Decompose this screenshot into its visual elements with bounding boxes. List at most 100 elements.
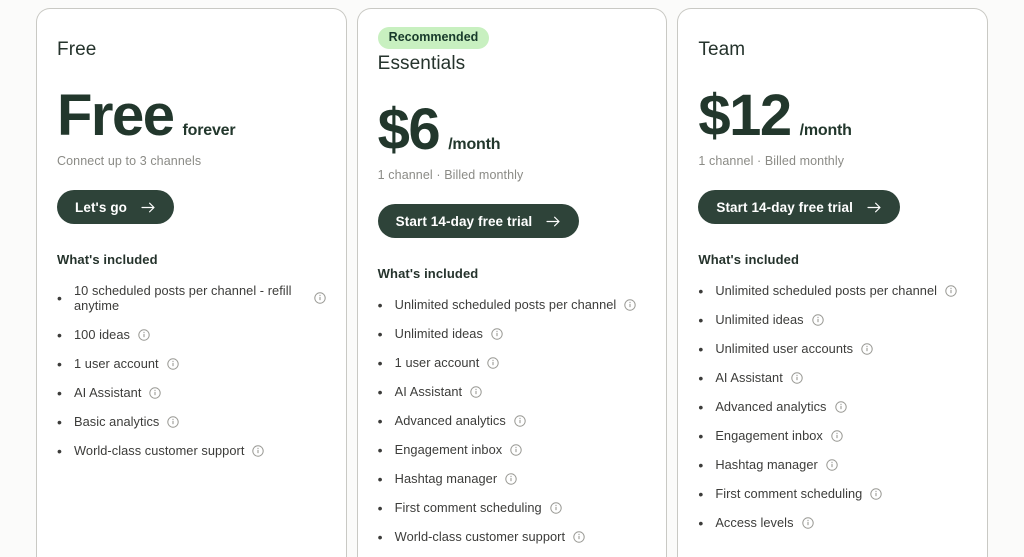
info-circle-icon[interactable] xyxy=(831,429,843,442)
info-circle-icon[interactable] xyxy=(549,501,562,514)
pricing-plans-grid: Free Free forever Connect up to 3 channels L… xyxy=(0,0,1024,557)
feature-item: • 1 user account xyxy=(378,355,647,370)
plan-cta-button[interactable]: Start 14-day free trial xyxy=(698,190,900,224)
plan-name: Team xyxy=(698,39,746,60)
price-note: 1 channel · Billed monthly xyxy=(377,168,524,182)
plan-cta-label: Let's go xyxy=(75,199,128,215)
info-circle-icon[interactable] xyxy=(470,385,482,398)
feature-label: 100 ideas xyxy=(74,327,130,342)
info-circle-icon[interactable] xyxy=(510,443,522,456)
plan-price: $12/month xyxy=(698,87,967,145)
plan-cta-label: Start 14-day free trial xyxy=(716,199,853,215)
bullet-icon: • xyxy=(698,340,704,357)
feature-item: • Engagement inbox xyxy=(378,442,647,457)
feature-item: • Hashtag manager xyxy=(698,457,967,472)
feature-list: • Unlimited scheduled posts per channel • U… xyxy=(698,283,967,530)
info-circle-icon[interactable] xyxy=(870,487,883,500)
feature-item: • Access levels xyxy=(698,515,967,530)
price-amount: $12 xyxy=(698,83,792,148)
feature-label: Unlimited scheduled posts per channel xyxy=(715,283,938,298)
feature-label: 10 scheduled posts per channel - refill … xyxy=(74,283,292,313)
price-note: Connect up to 3 channels xyxy=(57,154,202,168)
info-circle-icon[interactable] xyxy=(138,328,150,341)
feature-item: • AI Assistant xyxy=(378,384,647,399)
bullet-icon: • xyxy=(698,485,704,502)
feature-label: Hashtag manager xyxy=(715,457,818,472)
info-circle-icon[interactable] xyxy=(573,530,585,543)
whats-included-heading: What's included xyxy=(698,252,799,267)
bullet-icon: • xyxy=(698,456,704,473)
price-suffix: /month xyxy=(799,122,852,139)
feature-item: • World-class customer support xyxy=(57,443,326,458)
feature-item: • Unlimited ideas xyxy=(698,312,967,327)
bullet-icon: • xyxy=(698,398,704,415)
bullet-icon: • xyxy=(377,470,383,487)
feature-label: Hashtag manager xyxy=(394,471,498,486)
plan-cta-button[interactable]: Let's go xyxy=(57,190,175,224)
whats-included-heading: What's included xyxy=(377,266,479,281)
arrow-right-icon xyxy=(546,216,561,227)
info-circle-icon[interactable] xyxy=(149,386,162,399)
recommended-badge: Recommended xyxy=(377,27,490,49)
feature-item: • Unlimited user accounts xyxy=(698,341,967,356)
info-circle-icon[interactable] xyxy=(861,342,873,355)
feature-label: Access levels xyxy=(715,515,794,530)
feature-label: First comment scheduling xyxy=(715,486,863,501)
info-circle-icon[interactable] xyxy=(791,371,803,384)
feature-item: • Unlimited scheduled posts per channel xyxy=(698,283,967,298)
feature-label: Engagement inbox xyxy=(715,428,823,443)
info-circle-icon[interactable] xyxy=(166,357,179,370)
bullet-icon: • xyxy=(377,383,383,400)
bullet-icon: • xyxy=(377,412,383,429)
price-suffix: /month xyxy=(448,136,501,153)
info-circle-icon[interactable] xyxy=(252,444,265,457)
bullet-icon: • xyxy=(377,528,383,545)
feature-item: • Engagement inbox xyxy=(698,428,967,443)
feature-label: Advanced analytics xyxy=(715,399,827,414)
arrow-right-icon xyxy=(867,202,882,213)
bullet-icon: • xyxy=(698,514,704,531)
feature-item: • 100 ideas xyxy=(57,327,326,342)
plan-price: $6/month xyxy=(378,101,647,159)
feature-label: Engagement inbox xyxy=(394,442,503,457)
bullet-icon: • xyxy=(698,427,704,444)
bullet-icon: • xyxy=(57,413,62,430)
whats-included-heading: What's included xyxy=(57,252,158,267)
bullet-icon: • xyxy=(57,290,62,306)
info-circle-icon[interactable] xyxy=(167,415,180,428)
info-circle-icon[interactable] xyxy=(491,327,503,340)
info-circle-icon[interactable] xyxy=(826,458,838,471)
info-circle-icon[interactable] xyxy=(505,472,517,485)
info-circle-icon[interactable] xyxy=(801,516,814,529)
plan-price: Free forever xyxy=(57,87,326,145)
feature-item: • First comment scheduling xyxy=(698,486,967,501)
feature-label: World-class customer support xyxy=(394,529,566,544)
price-amount: Free xyxy=(57,83,175,148)
feature-label: Unlimited user accounts xyxy=(715,341,854,356)
feature-item: • Hashtag manager xyxy=(378,471,647,486)
info-circle-icon[interactable] xyxy=(514,414,526,427)
feature-item: • AI Assistant xyxy=(57,385,326,400)
info-circle-icon[interactable] xyxy=(313,292,326,304)
info-circle-icon[interactable] xyxy=(834,400,847,413)
price-amount: $6 xyxy=(377,97,441,162)
bullet-icon: • xyxy=(377,354,383,371)
price-suffix: forever xyxy=(182,122,236,139)
feature-label: 1 user account xyxy=(394,355,480,370)
feature-list: • Unlimited scheduled posts per channel • U… xyxy=(378,297,647,544)
feature-label: 1 user account xyxy=(74,356,159,371)
info-circle-icon[interactable] xyxy=(624,298,637,311)
info-circle-icon[interactable] xyxy=(487,356,500,369)
info-circle-icon[interactable] xyxy=(945,284,957,297)
feature-list: • 10 scheduled posts per channel - refill… xyxy=(57,283,326,458)
feature-item: • 10 scheduled posts per channel - refill… xyxy=(57,283,326,313)
plan-cta-button[interactable]: Start 14-day free trial xyxy=(377,204,580,238)
info-circle-icon[interactable] xyxy=(811,313,824,326)
bullet-icon: • xyxy=(698,282,704,299)
bullet-icon: • xyxy=(698,311,704,328)
bullet-icon: • xyxy=(57,442,62,459)
plan-card-team: Team $12/month 1 channel · Billed monthly S… xyxy=(677,8,989,557)
bullet-icon: • xyxy=(377,325,383,342)
feature-label: AI Assistant xyxy=(394,384,463,399)
feature-item: • Basic analytics xyxy=(57,414,326,429)
